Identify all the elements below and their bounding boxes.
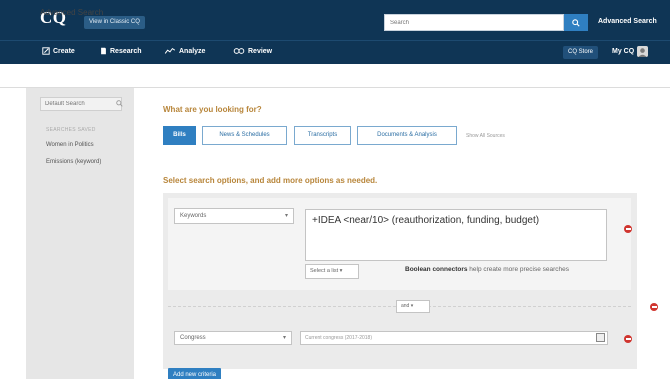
advanced-search-link[interactable]: Advanced Search	[598, 18, 657, 25]
cq-store-button[interactable]: CQ Store	[563, 46, 599, 59]
my-cq-label: My CQ	[612, 48, 635, 55]
sidebar-search-input[interactable]	[40, 97, 122, 111]
remove-criteria-button[interactable]	[624, 335, 632, 343]
my-cq-menu[interactable]: My CQ	[612, 46, 649, 57]
select-options-heading: Select search options, and add more opti…	[163, 176, 378, 185]
nav-analyze-label: Analyze	[179, 47, 206, 55]
tab-documents-analysis[interactable]: Documents & Analysis	[357, 126, 457, 145]
question-heading: What are you looking for?	[163, 105, 262, 114]
calendar-icon[interactable]	[596, 333, 605, 342]
review-icon	[233, 48, 245, 54]
sidebar-search-icon[interactable]	[116, 100, 123, 107]
sidebar: SEARCHES SAVED Women in Politics Emissio…	[26, 88, 134, 379]
page-title: Advanced Search	[40, 8, 104, 17]
analyze-icon	[164, 47, 176, 54]
boolean-help-rest: help create more precise searches	[467, 266, 570, 273]
saved-search-item[interactable]: Emissions (keyword)	[46, 159, 101, 165]
nav-research[interactable]: Research	[100, 47, 142, 55]
create-icon	[42, 47, 50, 55]
nav-research-label: Research	[110, 47, 142, 55]
remove-group-button[interactable]	[650, 303, 658, 311]
chevron-down-icon: ▾	[410, 303, 414, 309]
chevron-down-icon: ▾	[284, 213, 288, 219]
page-title-bar	[0, 64, 670, 88]
show-all-sources-link[interactable]: Show All Sources	[466, 133, 505, 139]
saved-search-item[interactable]: Women in Politics	[46, 142, 94, 148]
research-icon	[101, 47, 106, 55]
remove-criteria-button[interactable]	[624, 225, 632, 233]
chevron-down-icon: ▾	[282, 335, 286, 341]
keyword-query-textarea[interactable]: +IDEA <near/10> (reauthorization, fundin…	[305, 209, 607, 261]
select-list-dropdown[interactable]: Select a list ▾	[305, 264, 359, 279]
view-classic-button[interactable]: View in Classic CQ	[84, 16, 145, 29]
add-criteria-button[interactable]: Add new criteria	[168, 368, 222, 379]
tab-bills[interactable]: Bills	[163, 126, 196, 145]
nav-review-label: Review	[248, 47, 273, 55]
nav-review[interactable]: Review	[233, 47, 272, 55]
select-list-label: Select a list	[310, 268, 339, 274]
search-icon	[572, 18, 580, 27]
nav-create[interactable]: Create	[42, 47, 75, 55]
nav-create-label: Create	[53, 47, 75, 55]
saved-searches-heading: SEARCHES SAVED	[46, 127, 96, 133]
boolean-connectors-link[interactable]: Boolean connectors	[405, 266, 467, 273]
field-select-congress[interactable]: Congress ▾	[174, 331, 292, 345]
chevron-down-icon: ▾	[339, 268, 343, 274]
congress-value-input[interactable]: Current congress (2017-2018)	[300, 331, 608, 345]
global-search-input[interactable]	[384, 14, 564, 31]
nav-analyze[interactable]: Analyze	[164, 47, 205, 55]
field-select-keywords[interactable]: Keywords ▾	[174, 208, 294, 224]
field-select-label: Congress	[180, 335, 206, 341]
boolean-help-text: Boolean connectors help create more prec…	[405, 266, 569, 273]
search-button[interactable]	[564, 14, 588, 31]
connector-label: and	[401, 303, 410, 309]
tab-transcripts[interactable]: Transcripts	[294, 126, 351, 145]
tab-news-schedules[interactable]: News & Schedules	[202, 126, 287, 145]
avatar-icon	[637, 46, 649, 57]
field-select-label: Keywords	[180, 213, 207, 219]
connector-select[interactable]: and ▾	[396, 300, 430, 313]
